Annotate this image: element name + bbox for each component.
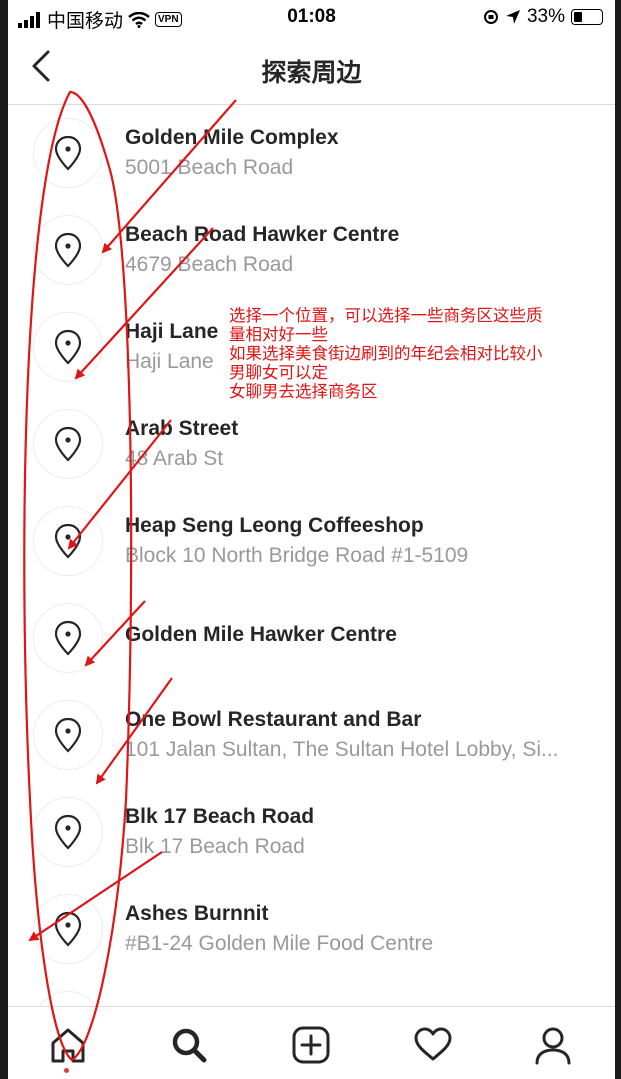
place-name: Golden Mile Hawker Centre xyxy=(125,623,397,646)
tab-bar xyxy=(8,1006,615,1079)
place-row[interactable]: Blk 17 Beach Road Blk 17 Beach Road xyxy=(8,784,615,881)
tab-search[interactable] xyxy=(165,1021,213,1069)
home-icon xyxy=(51,1028,85,1063)
location-arrow-icon xyxy=(505,10,520,24)
annotation-line: 男聊女可以定 xyxy=(229,363,328,382)
status-bar: 中国移动 VPN 01:08 33% xyxy=(8,0,615,34)
place-address: Haji Lane xyxy=(125,350,214,373)
place-address: 101 Jalan Sultan, The Sultan Hotel Lobby… xyxy=(125,738,559,761)
profile-icon xyxy=(535,1027,571,1065)
place-row[interactable]: Golden Mile Hawker Centre xyxy=(8,590,615,687)
place-address: 5001 Beach Road xyxy=(125,156,294,179)
place-address: 4679 Beach Road xyxy=(125,253,294,276)
location-pin-icon xyxy=(33,506,103,576)
place-row[interactable]: One Bowl Restaurant and Bar 101 Jalan Su… xyxy=(8,687,615,784)
orientation-lock-icon xyxy=(483,10,498,24)
location-pin-icon xyxy=(33,603,103,673)
page-title: 探索周边 xyxy=(261,59,362,87)
battery-percent: 33% xyxy=(526,6,565,27)
location-pin-icon xyxy=(33,312,103,382)
annotation-line: 如果选择美食街边刷到的年纪会相对比较小 xyxy=(229,344,543,363)
place-name: Beach Road Hawker Centre xyxy=(125,223,400,246)
nav-bar: 探索周边 xyxy=(8,34,615,105)
location-pin-icon xyxy=(33,409,103,479)
place-name: Blk 17 Beach Road xyxy=(125,805,315,828)
place-row[interactable]: Ashes Burnnit #B1-24 Golden Mile Food Ce… xyxy=(8,881,615,978)
add-post-icon xyxy=(292,1026,330,1064)
place-row[interactable]: Beach Road Hawker Centre 4679 Beach Road xyxy=(8,202,615,299)
location-pin-icon xyxy=(33,700,103,770)
phone-screen: 中国移动 VPN 01:08 33% 探索周边 Golden Mile Comp… xyxy=(8,0,615,1079)
place-name: Ashes Burnnit xyxy=(125,902,269,925)
tab-add-post[interactable] xyxy=(287,1021,335,1069)
place-name: Golden Mile Complex xyxy=(125,126,339,149)
activity-heart-icon xyxy=(414,1027,452,1061)
location-pin-icon xyxy=(33,894,103,964)
annotation-line: 选择一个位置，可以选择一些商务区这些质 xyxy=(229,306,543,325)
place-address: #B1-24 Golden Mile Food Centre xyxy=(125,932,434,955)
battery-icon xyxy=(571,9,603,25)
tab-home[interactable] xyxy=(44,1021,92,1069)
place-row[interactable]: Arab Street 48 Arab St xyxy=(8,396,615,493)
search-icon xyxy=(172,1028,207,1063)
place-address: Blk 17 Beach Road xyxy=(125,835,305,858)
place-address: 48 Arab St xyxy=(125,447,224,470)
place-row[interactable]: Heap Seng Leong Coffeeshop Block 10 Nort… xyxy=(8,493,615,590)
battery-fill xyxy=(574,12,582,22)
location-pin-icon xyxy=(33,118,103,188)
location-pin-icon xyxy=(33,215,103,285)
annotation-line: 女聊男去选择商务区 xyxy=(229,382,378,401)
place-name: One Bowl Restaurant and Bar xyxy=(125,708,422,731)
annotation-note: 选择一个位置，可以选择一些商务区这些质 量相对好一些 如果选择美食街边刷到的年纪… xyxy=(229,306,614,401)
annotation-line: 量相对好一些 xyxy=(229,325,328,344)
tab-profile[interactable] xyxy=(529,1021,577,1069)
place-name: Heap Seng Leong Coffeeshop xyxy=(125,514,424,537)
place-address: Block 10 North Bridge Road #1-5109 xyxy=(125,544,469,567)
place-row[interactable]: Golden Mile Complex 5001 Beach Road xyxy=(8,105,615,202)
place-name: Haji Lane xyxy=(125,320,219,343)
location-pin-icon xyxy=(33,797,103,867)
notification-dot xyxy=(64,1068,69,1073)
place-name: Arab Street xyxy=(125,417,239,440)
tab-activity[interactable] xyxy=(409,1021,457,1069)
